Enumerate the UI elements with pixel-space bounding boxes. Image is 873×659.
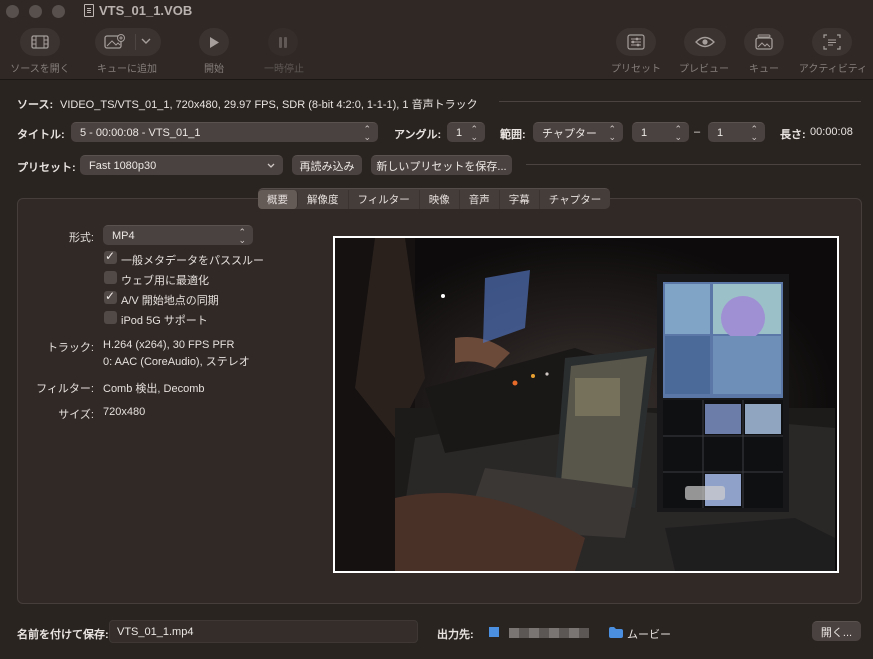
web-optimize-label: ウェブ用に最適化	[121, 275, 209, 287]
preset-label: プリセット:	[17, 162, 76, 174]
start-label: 開始	[204, 64, 224, 75]
size-value: 720x480	[103, 406, 146, 418]
disk-icon	[489, 627, 499, 637]
tab-video[interactable]: 映像	[420, 189, 460, 209]
redacted-path	[509, 628, 589, 638]
updown-chevron-icon: ⌃ ⌄	[750, 124, 758, 142]
presets-button[interactable]	[616, 28, 656, 56]
source-label: ソース:	[17, 99, 54, 111]
tab-dimensions[interactable]: 解像度	[298, 189, 349, 209]
angle-select[interactable]: 1 ⌃ ⌄	[447, 122, 485, 142]
preview-label: プレビュー	[679, 64, 729, 75]
range-label: 範囲:	[500, 129, 526, 141]
preview-scene	[335, 238, 837, 571]
open-destination-button[interactable]: 開く...	[812, 621, 861, 641]
activity-button[interactable]	[812, 28, 852, 56]
photo-stack-icon	[755, 34, 773, 50]
updown-chevron-icon: ⌃ ⌄	[363, 124, 371, 142]
queue-label: キュー	[749, 64, 779, 75]
angle-select-value: 1	[456, 126, 463, 139]
open-source-button[interactable]	[20, 28, 60, 56]
tracks-label: トラック:	[46, 342, 94, 354]
range-end-value: 1	[717, 126, 724, 139]
activity-label: アクティビティ	[798, 64, 868, 75]
passthru-metadata-checkbox[interactable]	[104, 249, 117, 264]
eye-icon	[695, 36, 715, 48]
presets-label: プリセット	[611, 64, 661, 75]
ipod-5g-label: iPod 5G サポート	[121, 315, 208, 327]
add-photo-icon	[104, 34, 125, 49]
preset-select[interactable]: Fast 1080p30	[80, 155, 283, 175]
minimize-window-button[interactable]	[29, 5, 42, 18]
format-select[interactable]: MP4 ⌃ ⌄	[103, 225, 253, 245]
filters-label: フィルター:	[36, 383, 94, 395]
range-dash: –	[694, 126, 701, 138]
save-as-label: 名前を付けて保存:	[17, 629, 109, 641]
web-optimize-checkbox[interactable]	[104, 271, 117, 284]
format-select-value: MP4	[112, 229, 135, 242]
settings-tabs: 概要 解像度 フィルター 映像 音声 字幕 チャプター	[258, 188, 611, 209]
start-button[interactable]	[199, 28, 229, 56]
sliders-icon	[627, 34, 645, 50]
passthru-metadata-label: 一般メタデータをパススルー	[121, 255, 264, 267]
preset-select-value: Fast 1080p30	[89, 159, 157, 172]
add-to-queue-label: キューに追加	[97, 64, 157, 75]
folder-icon	[609, 627, 623, 638]
ipod-5g-checkbox[interactable]	[104, 311, 117, 324]
tracks-video: H.264 (x264), 30 FPS PFR	[103, 339, 235, 351]
document-icon	[84, 4, 94, 17]
open-source-label: ソースを開く	[10, 64, 70, 75]
updown-chevron-icon: ⌃ ⌄	[674, 124, 682, 142]
destination-label: 出力先:	[437, 629, 474, 641]
format-label: 形式:	[68, 232, 94, 244]
tracks-audio: 0: AAC (CoreAudio), ステレオ	[103, 356, 250, 368]
pause-button[interactable]	[268, 28, 298, 56]
tab-summary[interactable]: 概要	[258, 189, 298, 209]
preview-image[interactable]	[333, 236, 839, 573]
film-icon	[31, 35, 49, 49]
separator	[526, 164, 861, 165]
av-align-label: A/V 開始地点の同期	[121, 295, 219, 307]
chevron-down-icon[interactable]	[141, 38, 151, 45]
destination-folder-name: ムービー	[627, 629, 671, 641]
pause-icon	[279, 36, 287, 48]
tab-audio[interactable]: 音声	[460, 189, 500, 209]
updown-chevron-icon: ⌃ ⌄	[470, 124, 478, 142]
title-select[interactable]: 5 - 00:00:08 - VTS_01_1 ⌃ ⌄	[71, 122, 378, 142]
range-start-select[interactable]: 1 ⌃ ⌄	[632, 122, 689, 142]
updown-chevron-icon: ⌃ ⌄	[608, 124, 616, 142]
range-start-value: 1	[641, 126, 648, 139]
tab-filters[interactable]: フィルター	[349, 189, 420, 209]
window-title: VTS_01_1.VOB	[99, 3, 193, 18]
range-type-select[interactable]: チャプター ⌃ ⌄	[533, 122, 623, 142]
zoom-window-button[interactable]	[52, 5, 65, 18]
updown-chevron-icon: ⌃ ⌄	[238, 227, 246, 245]
save-as-filename-field[interactable]: VTS_01_1.mp4	[109, 620, 418, 643]
close-window-button[interactable]	[6, 5, 19, 18]
source-info: VIDEO_TS/VTS_01_1, 720x480, 29.97 FPS, S…	[60, 99, 478, 111]
play-icon	[210, 36, 219, 48]
range-end-select[interactable]: 1 ⌃ ⌄	[708, 122, 765, 142]
activity-log-icon	[823, 34, 841, 50]
title-select-value: 5 - 00:00:08 - VTS_01_1	[80, 126, 201, 139]
separator	[499, 101, 861, 102]
preview-button[interactable]	[684, 28, 726, 56]
angle-label: アングル:	[394, 129, 442, 141]
pause-label: 一時停止	[264, 64, 304, 75]
reload-preset-button[interactable]: 再読み込み	[292, 155, 362, 175]
toolbar: VTS_01_1.VOB ソースを開く キューに追加 開始 一時停止 プリセット…	[0, 0, 873, 80]
add-to-queue-button[interactable]	[95, 28, 161, 56]
title-label: タイトル:	[17, 129, 65, 141]
range-type-value: チャプター	[542, 127, 597, 140]
duration-value: 00:00:08	[810, 126, 853, 138]
tab-chapters[interactable]: チャプター	[540, 190, 610, 209]
chevron-down-icon	[267, 163, 275, 168]
tab-subtitles[interactable]: 字幕	[500, 189, 540, 209]
size-label: サイズ:	[58, 409, 94, 421]
av-align-checkbox[interactable]	[104, 289, 117, 304]
queue-button[interactable]	[744, 28, 784, 56]
filters-value: Comb 検出, Decomb	[103, 383, 205, 395]
duration-label: 長さ:	[780, 129, 806, 141]
save-new-preset-button[interactable]: 新しいプリセットを保存...	[371, 155, 512, 175]
